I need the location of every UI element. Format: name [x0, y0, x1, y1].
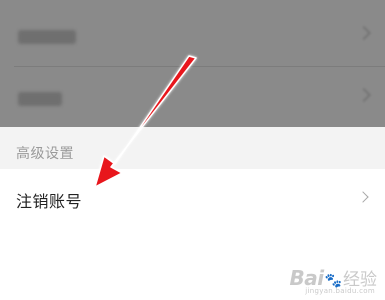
chevron-right-icon [356, 87, 372, 103]
blurred-label [18, 30, 76, 44]
deactivate-account-row[interactable]: 注销账号 [0, 169, 385, 229]
watermark: Bai🐾经验 jingyan.baidu.com [289, 265, 377, 295]
deactivate-account-label: 注销账号 [16, 192, 83, 211]
dimmed-row-1 [0, 8, 385, 68]
dimmed-row-2 [0, 70, 385, 130]
divider [14, 66, 385, 67]
chevron-right-icon [356, 25, 372, 41]
chevron-right-icon [357, 191, 369, 203]
watermark-url: jingyan.baidu.com [305, 287, 375, 295]
section-header-label: 高级设置 [16, 146, 74, 162]
blurred-label [18, 92, 62, 106]
section-header: 高级设置 [0, 127, 385, 169]
dimmed-background [0, 0, 385, 127]
